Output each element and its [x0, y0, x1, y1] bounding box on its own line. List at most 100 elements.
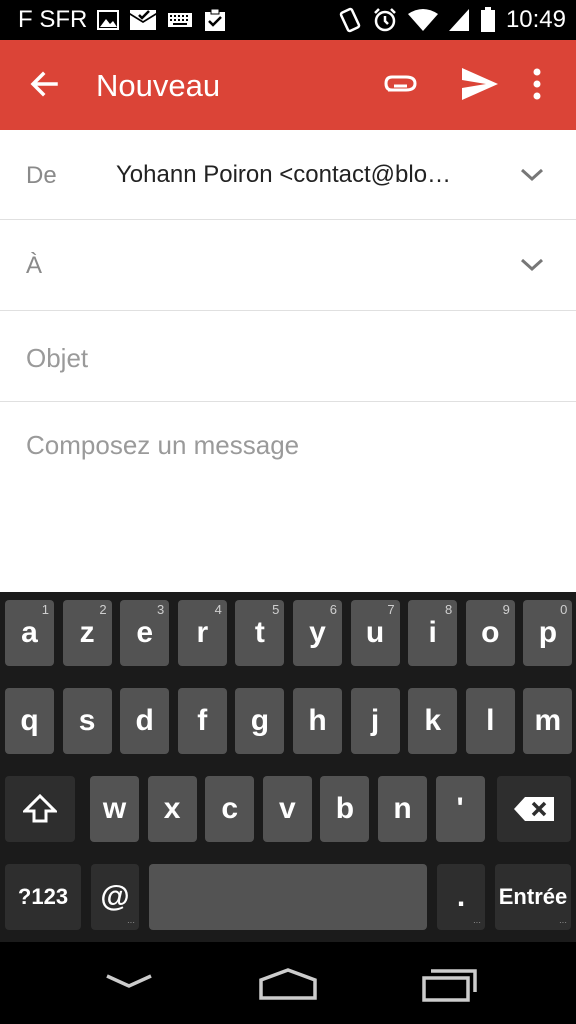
- key-y[interactable]: y6: [293, 600, 342, 666]
- to-label: À: [26, 252, 43, 279]
- subject-row: [0, 311, 576, 402]
- key-b[interactable]: b: [320, 776, 370, 842]
- alarm-icon: [372, 7, 398, 33]
- space-key[interactable]: [149, 864, 427, 930]
- key-hint: 0: [560, 602, 568, 617]
- chevron-down-icon[interactable]: [518, 166, 546, 184]
- key-hint: 4: [214, 602, 222, 617]
- key-label: u: [365, 616, 385, 649]
- battery-icon: [480, 7, 496, 33]
- back-arrow-icon[interactable]: [24, 62, 68, 106]
- key-hint: ···: [559, 918, 567, 927]
- enter-key[interactable]: Entrée ···: [495, 864, 571, 930]
- message-body-input[interactable]: [26, 430, 546, 570]
- key-e[interactable]: e3: [120, 600, 170, 666]
- mail-check-icon: [129, 9, 157, 31]
- key-d[interactable]: d: [120, 688, 170, 754]
- key-hint: 9: [502, 602, 510, 617]
- key-hint: 6: [329, 602, 337, 617]
- key-label: z: [79, 616, 95, 649]
- key-l[interactable]: l: [465, 688, 515, 754]
- key-f[interactable]: f: [177, 688, 227, 754]
- key-label: b: [335, 792, 355, 825]
- key-label: Entrée: [498, 884, 568, 909]
- app-bar: Nouveau: [0, 40, 576, 130]
- key-hint: 3: [156, 602, 165, 617]
- shift-key[interactable]: [5, 776, 75, 842]
- key-label: n: [393, 792, 412, 825]
- key-hint: 8: [444, 602, 453, 617]
- chevron-down-icon[interactable]: [518, 256, 546, 274]
- key-a[interactable]: a1: [5, 600, 54, 666]
- key-label: g: [250, 704, 270, 737]
- key-p[interactable]: p0: [523, 600, 573, 666]
- key-label: f: [197, 704, 208, 737]
- key-label: w: [102, 792, 127, 825]
- key-label: i: [428, 616, 437, 649]
- status-bar: F SFR 10:49: [0, 0, 576, 40]
- soft-keyboard: a 1 z 2 e 3 r 4 t 5 y 6 u 7 i 8 o 9 p 0 q s d f g h j k l m w x c v b n ' ?12…: [0, 592, 576, 942]
- key-period[interactable]: . ···: [437, 864, 485, 930]
- subject-input[interactable]: [26, 341, 546, 375]
- send-icon[interactable]: [456, 62, 504, 106]
- key-v[interactable]: v: [262, 776, 312, 842]
- key-label: h: [308, 704, 327, 737]
- wifi-icon: [407, 8, 438, 32]
- key-n[interactable]: n: [378, 776, 427, 842]
- key-c[interactable]: c: [205, 776, 255, 842]
- key-label: v: [278, 792, 296, 825]
- key-u[interactable]: u7: [350, 600, 400, 666]
- key-label: k: [424, 704, 442, 737]
- backspace-icon: [513, 796, 555, 822]
- key-label: c: [221, 792, 239, 825]
- key-h[interactable]: h: [293, 688, 342, 754]
- signal-icon: [448, 8, 470, 32]
- key-hint: 7: [387, 602, 395, 617]
- key-i[interactable]: i8: [408, 600, 458, 666]
- key-label: q: [20, 704, 39, 737]
- recents-nav-icon[interactable]: [420, 966, 478, 1007]
- key-label: o: [481, 616, 500, 649]
- key-label: s: [78, 704, 96, 737]
- key-at[interactable]: @ ···: [91, 864, 139, 930]
- from-value[interactable]: Yohann Poiron <contact@blo…: [116, 161, 451, 189]
- key-label: t: [254, 616, 265, 649]
- from-row[interactable]: De Yohann Poiron <contact@blo…: [0, 130, 576, 220]
- key-label: @: [100, 880, 130, 913]
- symbols-key[interactable]: ?123: [5, 864, 81, 930]
- back-nav-icon[interactable]: [104, 966, 154, 1001]
- key-label: r: [196, 616, 209, 649]
- key-g[interactable]: g: [235, 688, 285, 754]
- key-apostrophe[interactable]: ': [435, 776, 485, 842]
- key-z[interactable]: z2: [62, 600, 112, 666]
- key-k[interactable]: k: [408, 688, 458, 754]
- key-label: d: [135, 704, 154, 737]
- key-w[interactable]: w: [90, 776, 139, 842]
- key-hint: 1: [41, 602, 49, 617]
- more-vert-icon[interactable]: [524, 62, 550, 106]
- from-label: De: [26, 162, 57, 189]
- key-hint: ···: [127, 918, 135, 927]
- key-r[interactable]: r4: [177, 600, 227, 666]
- vibrate-icon: [338, 7, 362, 33]
- key-q[interactable]: q: [5, 688, 54, 754]
- key-t[interactable]: t5: [235, 600, 285, 666]
- key-s[interactable]: s: [62, 688, 112, 754]
- to-row[interactable]: À: [0, 220, 576, 311]
- key-o[interactable]: o9: [465, 600, 515, 666]
- clock: 10:49: [505, 6, 566, 33]
- home-nav-icon[interactable]: [258, 966, 318, 1007]
- compose-form: De Yohann Poiron <contact@blo… À: [0, 130, 576, 592]
- attach-icon[interactable]: [382, 64, 422, 104]
- key-label: ': [456, 792, 464, 825]
- key-hint: 5: [272, 602, 280, 617]
- key-label: .: [456, 880, 466, 913]
- key-x[interactable]: x: [147, 776, 197, 842]
- key-label: a: [21, 616, 38, 649]
- key-hint: 2: [99, 602, 107, 617]
- key-label: ?123: [17, 884, 69, 909]
- key-j[interactable]: j: [350, 688, 400, 754]
- image-icon: [97, 10, 120, 30]
- backspace-key[interactable]: [497, 776, 571, 842]
- key-m[interactable]: m: [523, 688, 573, 754]
